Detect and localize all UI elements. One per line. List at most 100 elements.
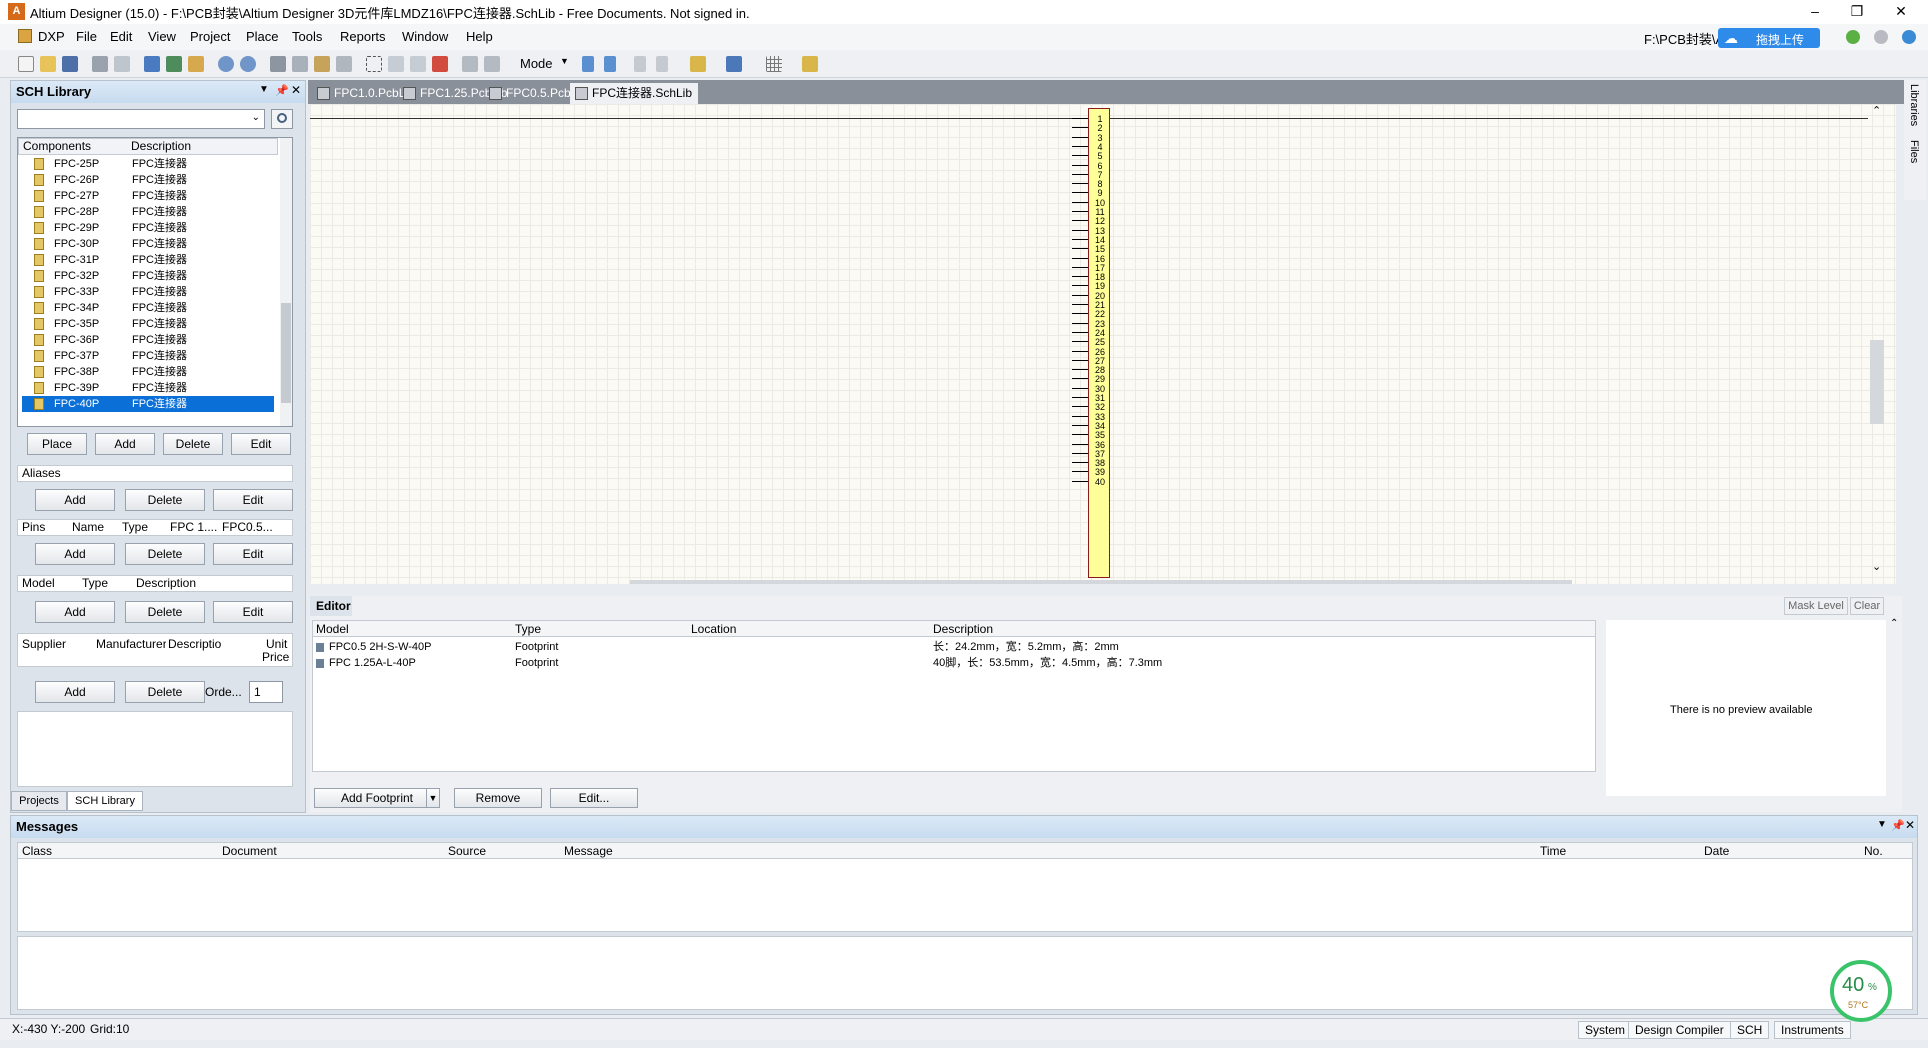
pin-line[interactable] [1072, 229, 1088, 231]
edit-alias-button[interactable]: Edit [213, 489, 293, 511]
print-preview-icon[interactable] [114, 56, 130, 72]
library-icon[interactable] [802, 56, 818, 72]
add-alias-button[interactable]: Add [35, 489, 115, 511]
delete-component-button[interactable]: Delete [163, 433, 223, 455]
add-footprint-button[interactable]: Add Footprint [314, 788, 440, 808]
status-tab[interactable]: Design Compiler [1628, 1021, 1731, 1039]
globe-icon[interactable] [1902, 30, 1916, 44]
deselect-icon[interactable] [432, 56, 448, 72]
delete-model-button[interactable]: Delete [125, 601, 205, 623]
model-description-col-header[interactable]: Description [136, 576, 196, 591]
pin-line[interactable] [1072, 173, 1088, 175]
cpu-usage-widget[interactable]: 40 % 57°C [1830, 960, 1892, 1022]
status-tab[interactable]: System [1578, 1021, 1633, 1039]
pin-line[interactable] [1072, 406, 1088, 408]
messages-class-col-header[interactable]: Class [22, 844, 52, 858]
vertical-scroll-thumb[interactable] [1870, 340, 1884, 424]
redo-icon[interactable] [484, 56, 500, 72]
pin-line[interactable] [1072, 192, 1088, 194]
edit-model-button[interactable]: Edit [213, 601, 293, 623]
pin-line[interactable] [1072, 276, 1088, 278]
schematic-canvas[interactable]: 1 2 3 4 5 6 7 8 9 10 11 12 13 14 15 16 17 18 19 20 21 22 23 24 2… [310, 104, 1896, 584]
pin-type-col-header[interactable]: Type [122, 520, 148, 535]
tab-sch-library[interactable]: SCH Library [67, 791, 143, 811]
pin-line[interactable] [1072, 118, 1088, 119]
pin-line[interactable] [1072, 183, 1088, 185]
open-project-icon[interactable] [144, 56, 160, 72]
pin-line[interactable] [1072, 369, 1088, 371]
menu-project[interactable]: Project [190, 29, 230, 44]
pins-col-header[interactable]: Pins [22, 520, 45, 535]
folder-icon[interactable] [188, 56, 204, 72]
menu-help[interactable]: Help [466, 29, 493, 44]
pin-line[interactable] [1072, 452, 1088, 454]
pin-line[interactable] [1072, 378, 1088, 380]
add-pin-button[interactable]: Add [35, 543, 115, 565]
component-row[interactable]: FPC-30P FPC连接器 [22, 236, 274, 252]
edit-pin-button[interactable]: Edit [213, 543, 293, 565]
pin-line[interactable] [1072, 155, 1088, 157]
component-row[interactable]: FPC-33P FPC连接器 [22, 284, 274, 300]
pin-line[interactable] [1072, 462, 1088, 464]
pin-line[interactable] [1072, 313, 1088, 315]
component-row[interactable]: FPC-31P FPC连接器 [22, 252, 274, 268]
messages-no-col-header[interactable]: No. [1864, 844, 1883, 858]
pin-line[interactable] [1072, 424, 1088, 426]
grid-icon[interactable] [766, 56, 782, 72]
supplier-col-header[interactable]: Supplier [22, 637, 66, 651]
messages-pin-icon[interactable]: 📌 [1891, 819, 1905, 832]
components-scrollbar[interactable] [280, 138, 292, 426]
horizontal-scroll-thumb[interactable] [630, 580, 1572, 584]
edit-model-dialog-button[interactable]: Edit... [550, 788, 638, 808]
editor-description-col-header[interactable]: Description [933, 622, 993, 636]
device-sheet-icon[interactable] [166, 56, 182, 72]
forward-icon[interactable] [1874, 30, 1888, 44]
paste-icon[interactable] [314, 56, 330, 72]
supplier-description-col-header[interactable]: Descriptio [168, 637, 221, 651]
minimize-button[interactable]: – [1792, 0, 1838, 24]
back-icon[interactable] [1846, 30, 1860, 44]
model-type-col-header[interactable]: Type [82, 576, 108, 591]
menu-reports[interactable]: Reports [340, 29, 386, 44]
pin-line[interactable] [1072, 285, 1088, 287]
menu-tools[interactable]: Tools [292, 29, 322, 44]
pin-panel-icon[interactable]: 📌 [275, 84, 289, 97]
pin-line[interactable] [1072, 136, 1088, 138]
add-footprint-chevron-down-icon[interactable]: ▼ [426, 788, 440, 808]
component-row[interactable]: FPC-27P FPC连接器 [22, 188, 274, 204]
pin-line[interactable] [1072, 359, 1088, 361]
component-row[interactable]: FPC-34P FPC连接器 [22, 300, 274, 316]
pin-line[interactable] [1072, 480, 1088, 482]
pin-line[interactable] [1072, 387, 1088, 389]
zoom-in-icon[interactable] [218, 56, 234, 72]
pin-name-col-header[interactable]: Name [72, 520, 104, 535]
mode-chevron-down-icon[interactable]: ▼ [560, 56, 569, 66]
scroll-down-icon[interactable]: ⌄ [1872, 560, 1881, 573]
search-icon[interactable] [271, 109, 293, 129]
add-supplier-button[interactable]: Add [35, 681, 115, 703]
pin-line[interactable] [1072, 211, 1088, 212]
messages-message-col-header[interactable]: Message [564, 844, 613, 858]
pin-fpc1-col-header[interactable]: FPC 1.... [170, 520, 217, 535]
component-row[interactable]: FPC-37P FPC连接器 [22, 348, 274, 364]
pin-line[interactable] [1072, 164, 1088, 166]
unit-price-col-header[interactable]: Unit [266, 637, 287, 651]
utility-tools-icon[interactable] [690, 56, 706, 72]
messages-menu-icon[interactable]: ▼ [1877, 819, 1887, 830]
menu-view[interactable]: View [148, 29, 176, 44]
cloud-upload-badge[interactable]: ☁ 拖拽上传 [1718, 28, 1820, 48]
messages-time-col-header[interactable]: Time [1540, 844, 1566, 858]
pin-line[interactable] [1072, 304, 1088, 305]
add-model-button[interactable]: Add [35, 601, 115, 623]
pin-line[interactable] [1072, 238, 1088, 240]
component-row[interactable]: FPC-36P FPC连接器 [22, 332, 274, 348]
component-row[interactable]: FPC-32P FPC连接器 [22, 268, 274, 284]
pin-line[interactable] [1072, 397, 1088, 398]
save-icon[interactable] [62, 56, 78, 72]
manufacturer-col-header[interactable]: Manufacturer [96, 637, 166, 651]
tab-document[interactable]: FPC连接器.SchLib [570, 83, 699, 104]
messages-document-col-header[interactable]: Document [222, 844, 277, 858]
close-button[interactable]: ✕ [1878, 0, 1924, 24]
pin-line[interactable] [1072, 220, 1088, 222]
next-icon[interactable] [656, 56, 668, 72]
